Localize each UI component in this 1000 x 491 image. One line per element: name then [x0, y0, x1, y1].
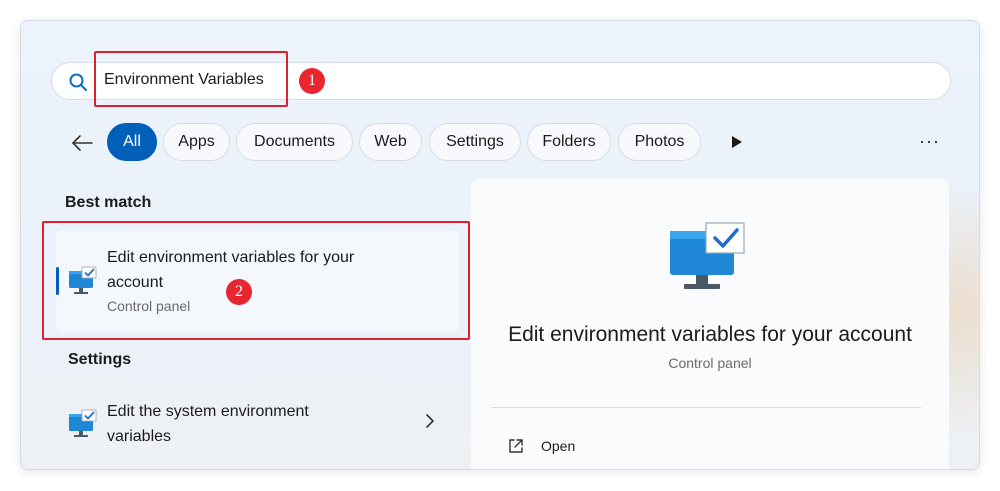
- monitor-check-icon: [69, 409, 97, 437]
- best-match-heading: Best match: [65, 194, 152, 211]
- divider: [491, 407, 921, 408]
- open-action[interactable]: Open: [507, 435, 707, 461]
- filter-photos[interactable]: Photos: [618, 123, 701, 161]
- annotation-badge-2: 2: [226, 279, 252, 305]
- annotation-box-result: [42, 221, 470, 340]
- annotation-box-search: [94, 51, 288, 107]
- detail-pane: Edit environment variables for your acco…: [471, 179, 949, 469]
- detail-title: Edit environment variables for your acco…: [508, 323, 912, 346]
- setting-item-label: Edit the system environment variables: [107, 403, 309, 445]
- annotation-badge-1: 1: [299, 68, 325, 94]
- monitor-check-icon: [670, 222, 745, 289]
- filter-settings[interactable]: Settings: [429, 123, 521, 161]
- play-icon[interactable]: [731, 135, 743, 149]
- open-label: Open: [541, 438, 576, 454]
- more-options-icon[interactable]: ···: [919, 131, 940, 152]
- search-icon: [69, 73, 87, 91]
- settings-heading: Settings: [68, 351, 132, 368]
- chevron-right-icon[interactable]: [424, 413, 436, 429]
- setting-item-system-env[interactable]: Edit the system environment variables: [56, 393, 459, 453]
- filter-folders[interactable]: Folders: [527, 123, 611, 161]
- detail-subtitle: Control panel: [668, 355, 752, 371]
- filter-web[interactable]: Web: [359, 123, 422, 161]
- filter-documents[interactable]: Documents: [236, 123, 353, 161]
- filter-bar: All Apps Documents Web Settings Folders …: [61, 123, 951, 163]
- filter-apps[interactable]: Apps: [163, 123, 230, 161]
- filter-all[interactable]: All: [107, 123, 157, 161]
- open-external-icon: [509, 439, 523, 453]
- back-arrow-icon[interactable]: [69, 130, 95, 156]
